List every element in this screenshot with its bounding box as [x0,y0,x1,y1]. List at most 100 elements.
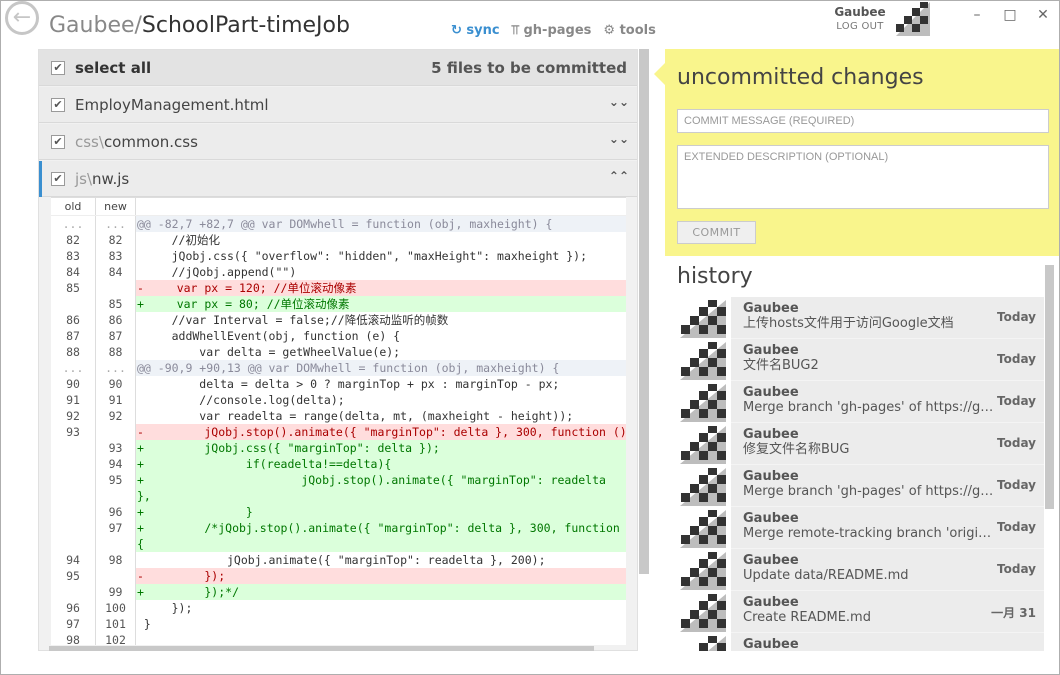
history-author: Gaubee [743,595,799,610]
history-item[interactable]: Gaubee Merge branch 'gh-pages' of https:/… [676,381,1044,423]
history-date: Today [997,310,1036,324]
history-item-text: Gaubee Create README.md [731,591,996,632]
logout-link[interactable]: LOG OUT [831,21,889,32]
new-line-number [96,568,136,584]
commit-button[interactable]: COMMIT [677,221,756,244]
new-line-number: 101 [96,616,136,632]
diff-text: //var Interval = false;//降低滚动监听的帧数 [137,313,449,327]
new-line-number: 99 [96,584,136,600]
old-line-number: 90 [51,376,96,392]
old-line-number: 92 [51,408,96,424]
history-item[interactable]: Gaubee Update data/README.md Today [676,549,1044,591]
diff-sign: - [137,425,144,439]
history-author: Gaubee [743,469,799,484]
avatar[interactable] [896,2,930,36]
file-dir: css\ [75,133,104,151]
new-line-number: 85 [96,296,136,312]
diff-text: @@ -90,9 +90,13 @@ var DOMwhell = functi… [137,361,560,375]
old-line-number [51,456,96,472]
close-icon[interactable]: ✕ [1031,7,1055,23]
repo-owner: Gaubee/ [49,13,142,38]
history-message: Merge remote-tracking branch 'origin/mas… [743,526,996,541]
file-row[interactable]: ✔ EmployManagement.html ⌄⌄ [39,87,637,123]
file-row[interactable]: ✔ css\common.css ⌄⌄ [39,124,637,160]
select-all-row[interactable]: ✔ select all 5 files to be committed [39,50,637,86]
history-item-text: Gaubee [731,633,996,651]
diff-text: } [137,617,151,631]
toolbar-sync-label: sync [466,23,500,38]
diff-text: var readelta = range(delta, mt, (maxheig… [137,409,574,423]
diff-line: ...... @@ -82,7 +82,7 @@ var DOMwhell = f… [51,216,626,232]
diff-code: @@ -90,9 +90,13 @@ var DOMwhell = functi… [136,360,626,376]
diff-code: jQobj.css({ "overflow": "hidden", "maxHe… [136,248,626,264]
diff-code: + } [136,504,626,520]
history-message: 上传hosts文件用于访问Google文档 [743,316,954,331]
file-row[interactable]: ✔ js\nw.js ⌃⌃ [39,161,637,197]
minimize-icon[interactable]: – [965,7,989,23]
file-checkbox[interactable]: ✔ [51,98,65,112]
new-line-number: 86 [96,312,136,328]
collapse-chevron-icon[interactable]: ⌃⌃ [609,169,629,183]
back-arrow-icon[interactable]: ← [5,1,39,35]
user-name: Gaubee [834,5,886,19]
new-line-number: 93 [96,440,136,456]
page-title: Gaubee/SchoolPart-timeJob [49,13,350,38]
old-line-number [51,584,96,600]
old-line-number: 88 [51,344,96,360]
file-checkbox[interactable]: ✔ [51,135,65,149]
diff-code: var readelta = range(delta, mt, (maxheig… [136,408,626,424]
history-message: Merge branch 'gh-pages' of https://githu… [743,484,996,499]
toolbar-gh-pages-button[interactable]: ⫪ gh-pages [512,23,592,38]
files-scrollbar[interactable] [639,49,649,574]
diff-code: + var px = 80; //单位滚动像素 [136,296,626,312]
expand-chevron-icon[interactable]: ⌄⌄ [609,95,629,109]
diff-text: }); [137,601,193,615]
history-author: Gaubee [743,427,799,442]
branch-icon: ⫪ [511,23,524,38]
diff-code: @@ -82,7 +82,7 @@ var DOMwhell = functio… [136,216,626,232]
diff-code: jQobj.animate({ "marginTop": readelta },… [136,552,626,568]
file-checkbox[interactable]: ✔ [51,172,65,186]
old-line-number [51,520,96,552]
history-scrollbar[interactable] [1045,265,1054,509]
toolbar-tools-label: tools [619,23,656,38]
diff-line: 86 86 //var Interval = false;//降低滚动监听的帧数 [51,312,626,328]
commit-message-input[interactable] [677,109,1049,133]
avatar [676,591,731,633]
history-item[interactable]: Gaubee Create README.md 一月 31 [676,591,1044,633]
history-item[interactable]: Gaubee [676,633,1044,651]
old-line-number: 83 [51,248,96,264]
commit-panel: uncommitted changes COMMIT [665,49,1059,256]
history-item[interactable]: Gaubee 上传hosts文件用于访问Google文档 Today [676,297,1044,339]
history-list: Gaubee 上传hosts文件用于访问Google文档 Today Gaubee 文件… [676,297,1044,651]
history-message: 文件名BUG2 [743,358,819,373]
history-item[interactable]: Gaubee Merge remote-tracking branch 'orig… [676,507,1044,549]
diff-horizontal-scrollbar[interactable] [49,646,594,651]
history-item[interactable]: Gaubee 文件名BUG2 Today [676,339,1044,381]
maximize-icon[interactable]: □ [998,7,1022,23]
history-date: Today [997,436,1036,450]
commit-description-input[interactable] [677,145,1049,209]
new-line-number: 96 [96,504,136,520]
history-date: Today [997,562,1036,576]
history-item-text: Gaubee 上传hosts文件用于访问Google文档 [731,297,996,338]
history-item[interactable]: Gaubee Merge branch 'gh-pages' of https:/… [676,465,1044,507]
diff-sign: + [137,585,144,599]
toolbar-sync-button[interactable]: ↻ sync [451,23,500,38]
diff-code: } [136,616,626,632]
diff-code: + jQobj.stop().animate({ "marginTop": re… [136,472,626,504]
avatar [676,297,731,339]
expand-chevron-icon[interactable]: ⌄⌄ [609,132,629,146]
select-all-checkbox[interactable]: ✔ [51,61,65,75]
file-name: js\nw.js [75,170,129,188]
diff-code: - var px = 120; //单位滚动像素 [136,280,626,296]
diff-text: jQobj.css({ "overflow": "hidden", "maxHe… [137,249,588,263]
diff-sign: + [137,297,144,311]
history-item[interactable]: Gaubee 修复文件名称BUG Today [676,423,1044,465]
new-line-number: 82 [96,232,136,248]
diff-line: 98 102 [51,632,626,645]
toolbar-tools-button[interactable]: ⚙ tools [603,23,655,38]
history-message: Create README.md [743,610,871,625]
old-line-number: 84 [51,264,96,280]
diff-text: jQobj.animate({ "marginTop": readelta },… [137,553,546,567]
